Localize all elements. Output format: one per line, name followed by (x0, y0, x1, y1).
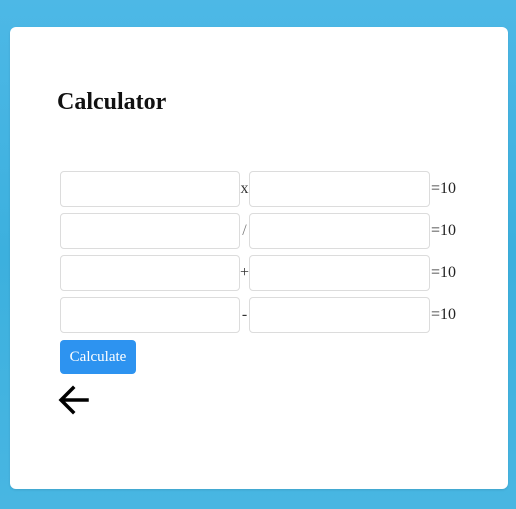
multiply-result: =10 (431, 180, 457, 197)
back-button[interactable] (57, 384, 91, 416)
add-result: =10 (431, 264, 457, 281)
subtract-operator: - (241, 306, 248, 323)
multiply-row: x =10 (59, 171, 479, 208)
multiply-operator: x (240, 180, 249, 197)
divide-first-input[interactable] (60, 213, 240, 249)
divide-operator: / (242, 222, 247, 239)
calculate-button[interactable]: Calculate (60, 340, 136, 374)
divide-second-input[interactable] (249, 213, 430, 249)
add-second-input[interactable] (249, 255, 430, 291)
subtract-first-input[interactable] (60, 297, 240, 333)
calculator-card: Calculator x =10 / =10 + =10 - =10 Calcu… (10, 27, 508, 489)
multiply-first-input[interactable] (60, 171, 240, 207)
add-row: + =10 (59, 255, 479, 292)
divide-result: =10 (431, 222, 457, 239)
page-title: Calculator (57, 89, 167, 115)
arrow-left-icon (58, 385, 89, 415)
add-operator: + (240, 264, 250, 281)
subtract-result: =10 (431, 306, 457, 323)
subtract-second-input[interactable] (249, 297, 430, 333)
subtract-row: - =10 (59, 297, 479, 334)
multiply-second-input[interactable] (249, 171, 430, 207)
divide-row: / =10 (59, 213, 479, 250)
add-first-input[interactable] (60, 255, 240, 291)
